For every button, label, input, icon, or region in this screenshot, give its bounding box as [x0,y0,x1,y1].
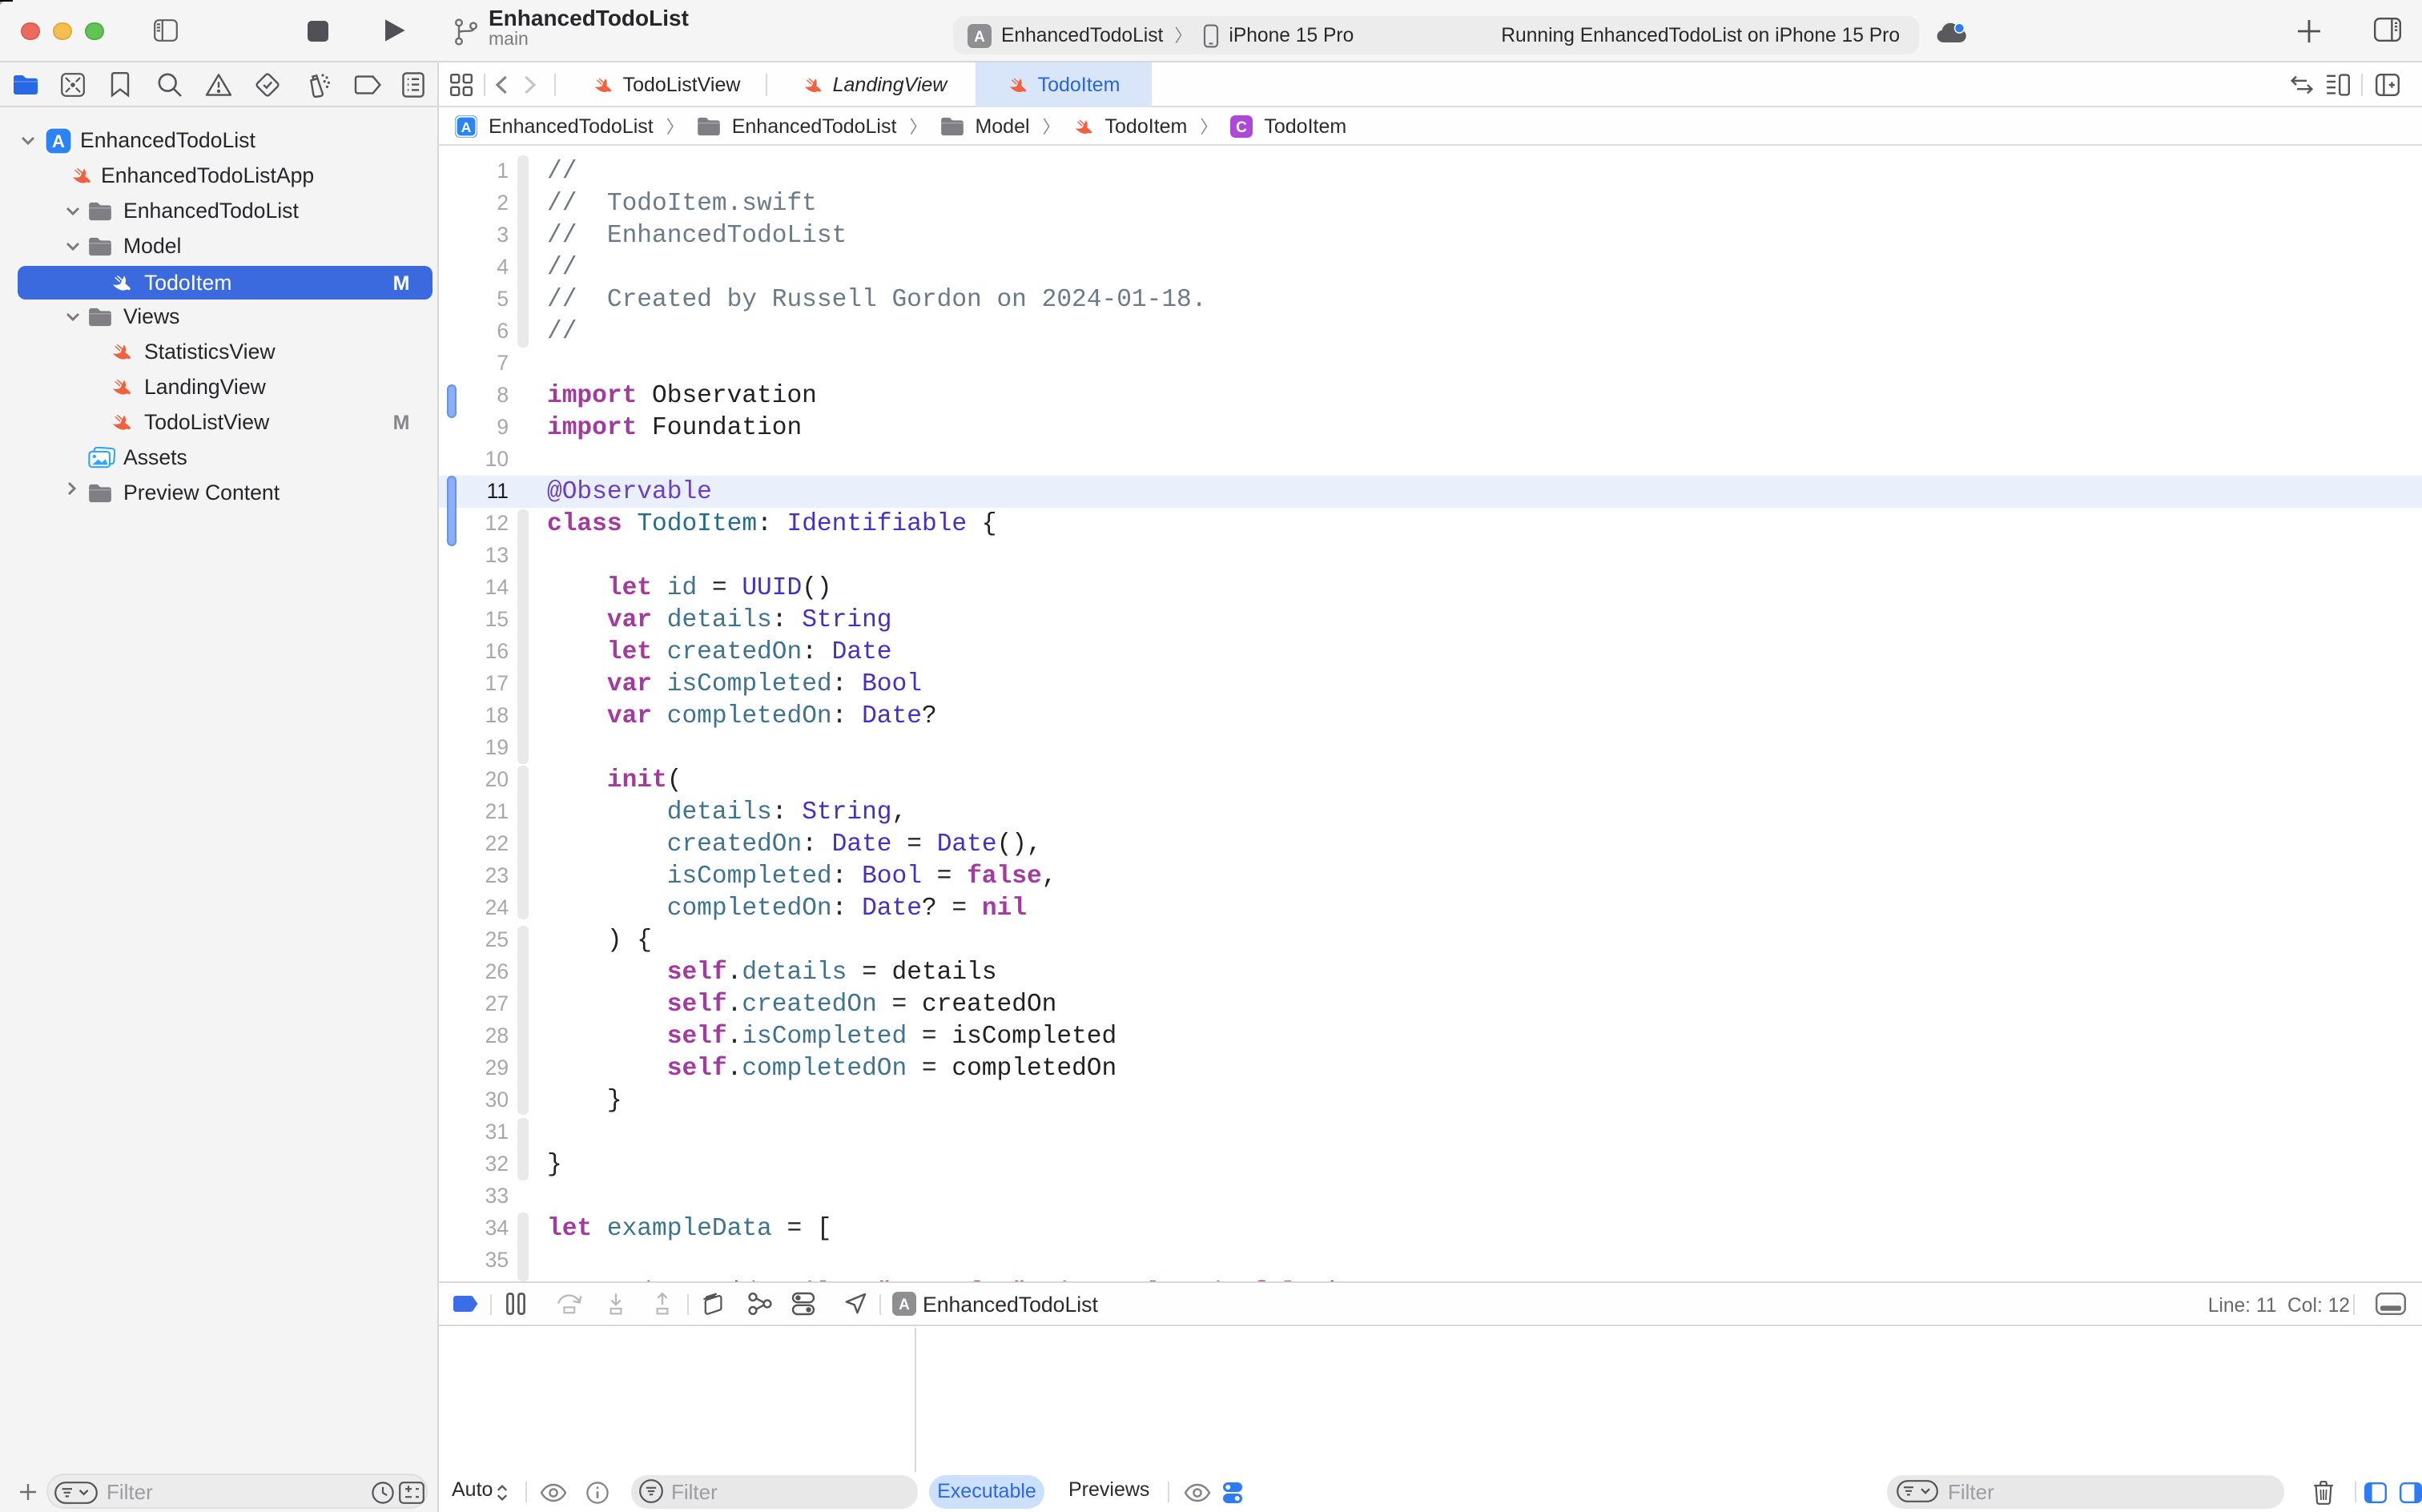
svg-text:A: A [974,28,985,45]
svg-text:A: A [51,131,64,151]
svg-text:A: A [461,119,472,135]
svg-text:A: A [899,1297,910,1313]
svg-text:C: C [1237,119,1248,136]
